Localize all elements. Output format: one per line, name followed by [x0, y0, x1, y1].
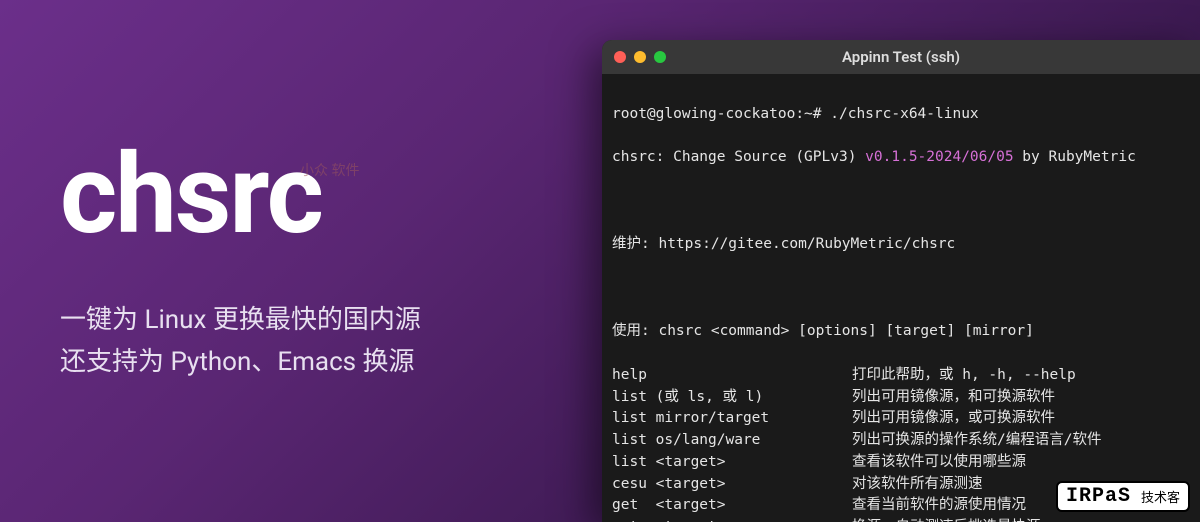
- maintain-line: 维护: https://gitee.com/RubyMetric/chsrc: [612, 234, 1190, 256]
- help-command-row: list (或 ls, 或 l)列出可用镜像源，和可换源软件: [612, 387, 1190, 409]
- command-desc: 列出可用镜像源，和可换源软件: [852, 387, 1055, 409]
- prompt-line: root@glowing-cockatoo:~# ./chsrc-x64-lin…: [612, 104, 1190, 126]
- command-name: list mirror/target: [612, 408, 852, 430]
- command-desc: 查看该软件可以使用哪些源: [852, 452, 1026, 474]
- command-name: list (或 ls, 或 l): [612, 387, 852, 409]
- help-command-row: list os/lang/ware列出可换源的操作系统/编程语言/软件: [612, 430, 1190, 452]
- terminal-titlebar: Appinn Test (ssh): [602, 40, 1200, 74]
- command-name: cesu <target>: [612, 474, 852, 496]
- command-name: list <target>: [612, 452, 852, 474]
- command-desc: 列出可用镜像源，或可换源软件: [852, 408, 1055, 430]
- terminal-output[interactable]: root@glowing-cockatoo:~# ./chsrc-x64-lin…: [602, 74, 1200, 522]
- command-name: help: [612, 365, 852, 387]
- command-name: list os/lang/ware: [612, 430, 852, 452]
- window-controls: [614, 51, 666, 63]
- tagline-line-2: 还支持为 Python、Emacs 换源: [60, 342, 421, 384]
- command-name: set <target>: [612, 517, 852, 522]
- command-desc: 对该软件所有源测速: [852, 474, 983, 496]
- command-desc: 查看当前软件的源使用情况: [852, 495, 1026, 517]
- terminal-title: Appinn Test (ssh): [842, 48, 960, 66]
- help-command-row: list mirror/target列出可用镜像源，或可换源软件: [612, 408, 1190, 430]
- help-command-row: set <target>换源，自动测速后挑选最快源: [612, 517, 1190, 522]
- typed-command: ./chsrc-x64-linux: [830, 106, 978, 122]
- app-logo-text: chsrc: [60, 140, 421, 250]
- tagline-line-1: 一键为 Linux 更换最快的国内源: [60, 300, 421, 342]
- help-command-row: list <target>查看该软件可以使用哪些源: [612, 452, 1190, 474]
- banner-line: chsrc: Change Source (GPLv3) v0.1.5-2024…: [612, 147, 1190, 169]
- maintain-url: https://gitee.com/RubyMetric/chsrc: [658, 236, 955, 252]
- hero-panel: chsrc 一键为 Linux 更换最快的国内源 还支持为 Python、Ema…: [60, 140, 421, 383]
- badge-logo: IRPaS: [1066, 485, 1131, 508]
- usage-line: 使用: chsrc <command> [options] [target] […: [612, 321, 1190, 343]
- command-name: get <target>: [612, 495, 852, 517]
- close-icon[interactable]: [614, 51, 626, 63]
- tagline: 一键为 Linux 更换最快的国内源 还支持为 Python、Emacs 换源: [60, 300, 421, 383]
- version-string: v0.1.5-2024/06/05: [865, 149, 1013, 165]
- badge-subtitle: 技术客: [1141, 487, 1180, 506]
- maximize-icon[interactable]: [654, 51, 666, 63]
- terminal-window: Appinn Test (ssh) root@glowing-cockatoo:…: [602, 40, 1200, 522]
- command-desc: 换源，自动测速后挑选最快源: [852, 517, 1041, 522]
- site-badge: IRPaS 技术客: [1056, 481, 1190, 512]
- minimize-icon[interactable]: [634, 51, 646, 63]
- command-desc: 打印此帮助，或 h, -h, --help: [852, 365, 1076, 387]
- help-command-row: help打印此帮助，或 h, -h, --help: [612, 365, 1190, 387]
- watermark-appinn: 小众 软件: [300, 160, 359, 180]
- shell-prompt: root@glowing-cockatoo:~#: [612, 106, 830, 122]
- command-desc: 列出可换源的操作系统/编程语言/软件: [852, 430, 1101, 452]
